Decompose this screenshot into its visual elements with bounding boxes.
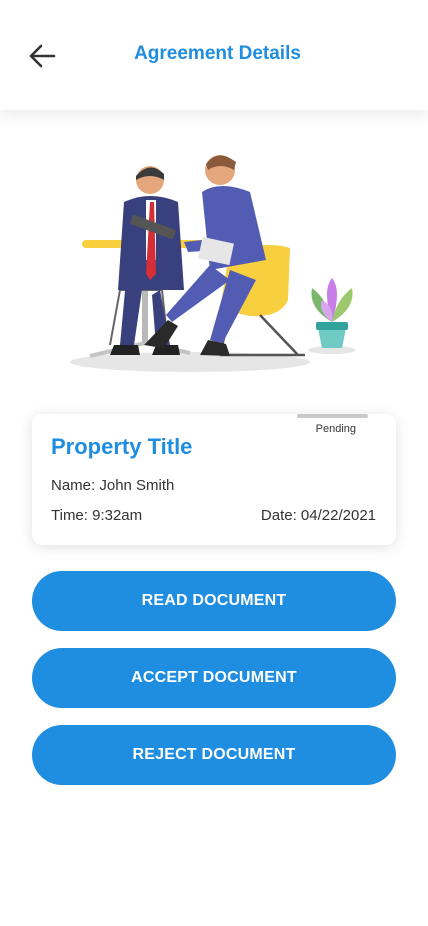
accept-document-button[interactable]: ACCEPT DOCUMENT [32,648,396,708]
agreement-card: Pending Property Title Name: John Smith … [32,414,396,545]
meeting-illustration [70,155,356,372]
name-text: Name: John Smith [51,477,175,494]
page-title: Agreement Details [134,43,301,64]
status-indicator [297,414,368,418]
reject-document-button[interactable]: REJECT DOCUMENT [32,725,396,785]
app-header: Agreement Details [0,0,428,110]
property-title: Property Title [51,434,193,459]
read-document-button[interactable]: READ DOCUMENT [32,571,396,631]
date-text: Date: 04/22/2021 [260,507,376,524]
status-badge: Pending [315,423,356,435]
time-text: Time: 9:32am [51,507,143,524]
